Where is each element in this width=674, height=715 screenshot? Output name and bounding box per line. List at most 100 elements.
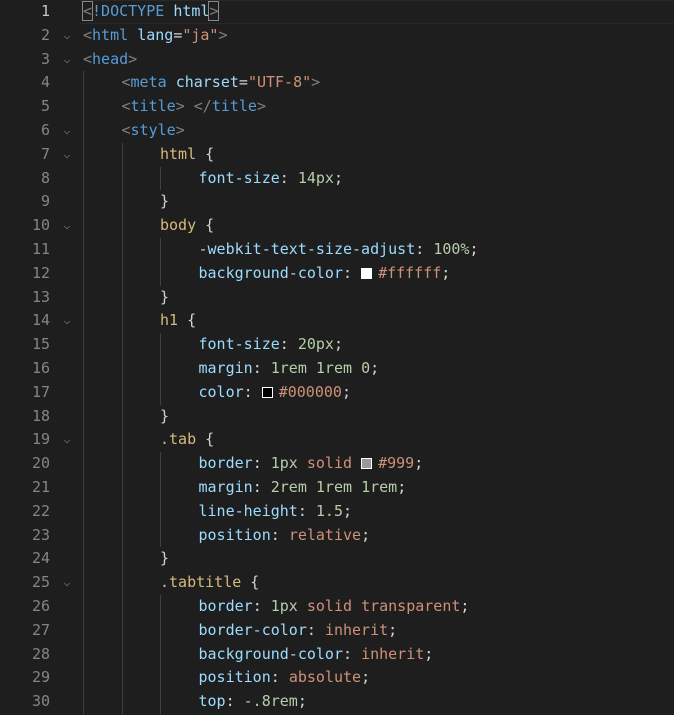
code-line-7[interactable]: 7 ⌵ html { bbox=[0, 142, 674, 167]
code-line-26[interactable]: 26 border: 1px solid transparent; bbox=[0, 594, 674, 619]
token-val: absolute bbox=[288, 668, 362, 687]
code-line-9[interactable]: 9} bbox=[0, 190, 674, 215]
code-line-11[interactable]: 11 -webkit-text-size-adjust: 100%; bbox=[0, 237, 674, 262]
chevron-down-icon[interactable]: ⌵ bbox=[60, 214, 74, 238]
code-text: font-size: 20px; bbox=[199, 333, 344, 357]
indent-guide bbox=[121, 666, 123, 691]
code-line-18[interactable]: 18} bbox=[0, 404, 674, 429]
token-prop: border bbox=[198, 596, 253, 615]
line-number: 9 bbox=[40, 192, 50, 211]
token-prop: font-size bbox=[198, 335, 280, 354]
code-line-5[interactable]: 5 <title> </title> bbox=[0, 95, 674, 119]
code-line-19[interactable]: 19 ⌵ .tab { bbox=[0, 428, 674, 453]
line-number: 14 bbox=[31, 311, 50, 330]
code-line-12[interactable]: 12 background-color: #ffffff; bbox=[0, 261, 674, 286]
token-txt: : bbox=[270, 668, 289, 687]
code-line-13[interactable]: 13} bbox=[0, 285, 674, 310]
code-line-4[interactable]: 4 <meta charset="UTF-8"> bbox=[0, 71, 674, 96]
token-txt: ; bbox=[341, 382, 351, 401]
token-num: 1rem bbox=[315, 358, 353, 377]
code-line-15[interactable]: 15 font-size: 20px; bbox=[0, 333, 674, 357]
code-text: border-color: inherit; bbox=[199, 619, 398, 643]
code-line-1[interactable]: 1 <!DOCTYPE html> bbox=[0, 0, 674, 24]
code-line-21[interactable]: 21 margin: 2rem 1rem 1rem; bbox=[0, 475, 674, 500]
token-sel: body bbox=[160, 216, 197, 235]
token-txt: ; bbox=[361, 525, 371, 544]
code-editor[interactable]: 1 <!DOCTYPE html> 2 ⌵ <html lang="ja"> 3 ⌵ <hea… bbox=[0, 0, 674, 715]
code-text: <html lang="ja"> bbox=[83, 24, 228, 48]
token-num: 1px bbox=[270, 454, 298, 473]
token-txt: ; bbox=[441, 263, 451, 282]
token-txt: ; bbox=[424, 644, 434, 663]
token-txt: : bbox=[270, 525, 289, 544]
code-text: margin: 1rem 1rem 0; bbox=[199, 357, 380, 381]
indent-guide bbox=[121, 690, 123, 714]
token-prop: font-size bbox=[198, 168, 280, 187]
token-val: relative bbox=[288, 525, 362, 544]
chevron-down-icon[interactable]: ⌵ bbox=[60, 24, 74, 48]
code-line-17[interactable]: 17 color: #000000; bbox=[0, 380, 674, 405]
token-num: 1rem bbox=[315, 477, 353, 496]
color-swatch[interactable] bbox=[361, 458, 373, 470]
token-val: inherit bbox=[324, 620, 389, 639]
code-line-10[interactable]: 10 ⌵ body { bbox=[0, 214, 674, 238]
code-line-6[interactable]: 6 ⌵ <style> bbox=[0, 118, 674, 143]
token-num: 1rem bbox=[270, 358, 307, 377]
code-line-30[interactable]: 30 top: -.8rem; bbox=[0, 690, 674, 714]
token-tag: title bbox=[130, 97, 176, 116]
token-val: #999 bbox=[378, 454, 415, 473]
code-line-8[interactable]: 8 font-size: 14px; bbox=[0, 166, 674, 191]
code-line-24[interactable]: 24} bbox=[0, 547, 674, 572]
code-text: top: -.8rem; bbox=[199, 690, 307, 714]
indent-guide bbox=[121, 452, 123, 476]
token-br: > bbox=[256, 97, 266, 116]
code-line-3[interactable]: 3 ⌵ <head> bbox=[0, 48, 674, 72]
line-number: 11 bbox=[31, 239, 50, 258]
token-num: 14px bbox=[297, 168, 334, 187]
token-br: < bbox=[83, 49, 93, 68]
indent-guide bbox=[160, 642, 161, 667]
indent-guide bbox=[160, 356, 161, 381]
code-text: html { bbox=[160, 143, 214, 167]
indent-guide bbox=[121, 261, 123, 286]
indent-guide bbox=[160, 690, 161, 714]
chevron-down-icon[interactable]: ⌵ bbox=[60, 119, 74, 143]
chevron-down-icon[interactable]: ⌵ bbox=[60, 143, 74, 167]
chevron-down-icon[interactable]: ⌵ bbox=[60, 428, 74, 452]
indent-guide bbox=[83, 95, 84, 119]
token-br: > bbox=[175, 120, 185, 139]
code-line-14[interactable]: 14 ⌵ h1 { bbox=[0, 309, 674, 334]
chevron-down-icon[interactable]: ⌵ bbox=[60, 48, 74, 72]
indent-guide bbox=[160, 452, 161, 476]
code-line-23[interactable]: 23 position: relative; bbox=[0, 523, 674, 548]
chevron-down-icon[interactable]: ⌵ bbox=[60, 309, 74, 333]
indent-guide bbox=[121, 571, 123, 595]
code-line-20[interactable]: 20 border: 1px solid #999; bbox=[0, 452, 674, 476]
code-line-2[interactable]: 2 ⌵ <html lang="ja"> bbox=[0, 24, 674, 48]
code-line-25[interactable]: 25 ⌵ .tabtitle { bbox=[0, 571, 674, 595]
line-number: 5 bbox=[40, 97, 50, 116]
code-line-27[interactable]: 27 border-color: inherit; bbox=[0, 618, 674, 643]
line-number: 12 bbox=[31, 263, 50, 282]
token-val: #000000 bbox=[278, 382, 342, 401]
color-swatch[interactable] bbox=[361, 267, 373, 279]
code-text: <style> bbox=[122, 119, 185, 143]
code-line-16[interactable]: 16 margin: 1rem 1rem 0; bbox=[0, 356, 674, 381]
indent-guide bbox=[83, 380, 84, 405]
line-number: 2 bbox=[40, 25, 50, 44]
token-num: 1rem bbox=[361, 477, 398, 496]
code-line-28[interactable]: 28 background-color: inherit; bbox=[0, 642, 674, 667]
token-txt: : bbox=[252, 477, 271, 496]
indent-guide bbox=[83, 333, 84, 357]
token-br: > bbox=[175, 97, 185, 116]
code-line-22[interactable]: 22 line-height: 1.5; bbox=[0, 499, 674, 524]
token-val: #ffffff bbox=[378, 263, 442, 282]
indent-guide bbox=[121, 356, 123, 381]
code-line-29[interactable]: 29 position: absolute; bbox=[0, 666, 674, 691]
color-swatch[interactable] bbox=[261, 386, 273, 398]
token-tag: head bbox=[92, 49, 129, 68]
chevron-down-icon[interactable]: ⌵ bbox=[60, 571, 74, 595]
code-text: body { bbox=[160, 214, 214, 238]
